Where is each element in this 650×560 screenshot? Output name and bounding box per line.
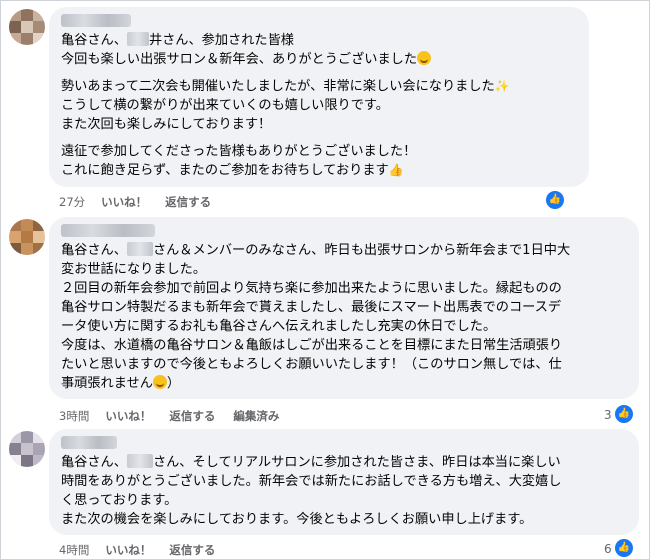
- thumbs-up-icon[interactable]: 👍: [615, 405, 633, 423]
- reply-button[interactable]: 返信する: [165, 195, 211, 209]
- comment-line: また次の機会を楽しみにしております。今後ともよろしくお願い申し上げます。: [61, 512, 533, 527]
- comment-line: 今回も楽しい出張サロン＆新年会、ありがとうございました: [61, 50, 577, 69]
- avatar[interactable]: [9, 219, 45, 255]
- author-name-redacted[interactable]: [61, 436, 117, 449]
- smile-emoji-icon: [152, 375, 167, 389]
- comment-line: 亀谷さん、 さん＆メンバーのみなさん、昨日も出張サロンから新年会まで1日中大: [61, 242, 571, 258]
- comment-line: 事頑張れません）: [61, 375, 181, 391]
- comment-line: 勢いあまって二次会も開催いたしましたが、非常に楽しい会になりました✨: [61, 79, 510, 94]
- comment-line: 亀谷さん、 井さん、参加された皆様: [61, 32, 294, 48]
- comment-actions: 3時間 いいね！ 返信する 編集済み: [59, 408, 293, 424]
- comment-line: また次回も楽しみにしております！: [61, 117, 272, 132]
- like-button[interactable]: いいね！: [105, 543, 151, 557]
- comment-timestamp[interactable]: 27分: [59, 195, 85, 209]
- comment-timestamp[interactable]: 4時間: [59, 543, 89, 557]
- comment-line: ータ使い方に関するお礼も亀谷さんへ伝えれましたし充実の休日でした。: [61, 319, 497, 334]
- avatar[interactable]: [9, 9, 45, 45]
- comment-line: 遠征で参加してくださった皆様もありがとうございました！: [61, 144, 417, 159]
- comment-line: く思っております。: [61, 493, 178, 508]
- comment-bubble: 亀谷さん、 さん、そしてリアルサロンに参加された皆さま、昨日は本当に楽しい 時間を…: [49, 429, 639, 535]
- like-button[interactable]: いいね！: [105, 409, 151, 423]
- comment-thread: 亀谷さん、 井さん、参加された皆様 今回も楽しい出張サロン＆新年会、ありがとうござ…: [0, 0, 650, 560]
- reply-button[interactable]: 返信する: [169, 409, 215, 423]
- comment-line: 今度は、水道橋の亀谷サロン＆亀飯はしごが出来ることを目標にまた日常生活頑張り: [61, 338, 563, 353]
- comment-line: ２回目の新年会参加で前回より気持ち楽に参加出来たように思いました。縁起ものの: [61, 281, 562, 296]
- reply-button[interactable]: 返信する: [169, 543, 215, 557]
- comment-actions: 27分 いいね！ 返信する: [59, 194, 225, 210]
- comment-line: 変お世話になりました。: [61, 262, 207, 277]
- author-name-redacted[interactable]: [61, 224, 155, 237]
- redacted-name: [126, 242, 153, 256]
- redacted-name: [126, 454, 153, 468]
- comment-bubble: 亀谷さん、 さん＆メンバーのみなさん、昨日も出張サロンから新年会まで1日中大 変お…: [49, 217, 639, 399]
- edited-label[interactable]: 編集済み: [233, 409, 279, 423]
- avatar[interactable]: [9, 431, 45, 467]
- sparkles-emoji-icon: ✨: [494, 79, 510, 93]
- comment-line: こうして横の繋がりが出来ていくのも嬉しい限りです。: [61, 98, 389, 113]
- reaction-count[interactable]: 3: [604, 408, 612, 422]
- redacted-name: [126, 32, 149, 46]
- thumbs-up-icon[interactable]: 👍: [615, 539, 633, 557]
- comment-line: 亀谷さん、 さん、そしてリアルサロンに参加された皆さま、昨日は本当に楽しい: [61, 454, 561, 470]
- comment-line: 時間をありがとうございました。新年会では新たにお話しできる方も増え、大変嬉し: [61, 474, 562, 489]
- comment-line: 亀谷サロン特製だるまも新年会で貰えましたし、最後にスマート出馬表でのコースデ: [61, 300, 562, 315]
- thumbs-up-icon[interactable]: 👍: [546, 191, 564, 209]
- comment-line: たいと思いますので今後ともよろしくお願いいたします！（このサロン無しでは、仕: [61, 357, 562, 372]
- smile-emoji-icon: [417, 51, 432, 65]
- comment-line: これに飽き足らず、またのご参加をお待ちしております👍: [61, 163, 404, 178]
- thumbs-up-emoji-icon: 👍: [388, 163, 404, 177]
- like-button[interactable]: いいね！: [101, 195, 147, 209]
- comment-actions: 4時間 いいね！ 返信する: [59, 542, 229, 558]
- author-name-redacted[interactable]: [61, 14, 131, 27]
- reaction-count[interactable]: 6: [604, 542, 612, 556]
- comment-bubble: 亀谷さん、 井さん、参加された皆様 今回も楽しい出張サロン＆新年会、ありがとうござ…: [49, 7, 589, 187]
- comment-timestamp[interactable]: 3時間: [59, 409, 89, 423]
